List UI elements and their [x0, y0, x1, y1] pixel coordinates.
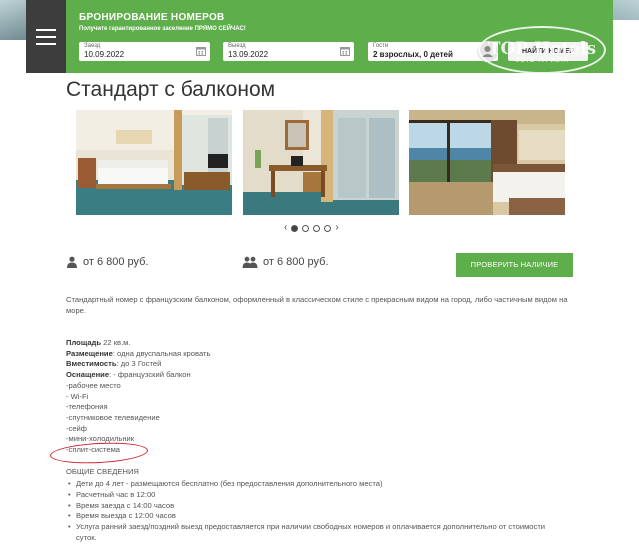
guests-value: 2 взрослых, 0 детей	[373, 50, 453, 59]
hamburger-menu-button[interactable]	[26, 0, 66, 73]
checkin-value: 10.09.2022	[84, 50, 125, 59]
detail-area: Площадь 22 кв.м.	[66, 338, 210, 349]
watermark-caption: ФОТО ТУРИСТА	[515, 57, 569, 64]
single-person-icon	[67, 256, 77, 268]
booking-subtitle: Получите гарантированное заселение ПРЯМО…	[79, 26, 246, 32]
carousel-dot[interactable]	[291, 224, 299, 232]
menu-icon-bar	[36, 35, 56, 38]
carousel-dot[interactable]	[302, 224, 310, 232]
general-info-item: Услуга ранний заезд/поздний выезд предос…	[66, 522, 566, 544]
red-highlight-circle	[49, 440, 149, 466]
detail-capacity-label: Вместимость	[66, 359, 117, 369]
checkin-label: Заезд	[84, 43, 101, 49]
background-photo-right	[613, 0, 639, 20]
general-info-list: Дети до 4 лет - размещаются бесплатно (б…	[66, 479, 566, 544]
detail-equipment: Оснащение: - французский балкон	[66, 370, 210, 381]
equipment-item: -рабочее место	[66, 380, 121, 390]
detail-capacity: Вместимость: до 3 Гостей	[66, 359, 210, 370]
check-availability-button[interactable]: ПРОВЕРИТЬ НАЛИЧИЕ	[456, 253, 573, 277]
room-photo-2[interactable]	[243, 110, 399, 215]
general-info-item: Дети до 4 лет - размещаются бесплатно (б…	[66, 479, 566, 490]
general-info-item: Время заезда с 14:00 часов	[66, 501, 566, 512]
price-double: от 6 800 руб.	[242, 256, 329, 268]
checkout-label: Выезд	[228, 43, 246, 49]
menu-icon-bar	[36, 42, 56, 45]
two-persons-icon	[242, 256, 258, 268]
detail-capacity-value: : до 3 Гостей	[116, 359, 162, 369]
price-double-value: от 6 800 руб.	[263, 256, 329, 268]
room-photo-3[interactable]	[409, 110, 565, 215]
checkout-date-field[interactable]: Выезд 13.09.2022	[223, 42, 354, 61]
room-photo-1[interactable]	[76, 110, 232, 215]
room-title: Стандарт с балконом	[66, 78, 276, 101]
background-photo-left	[0, 0, 26, 40]
chevron-right-icon[interactable]: ›	[335, 223, 338, 233]
general-info-item: Расчетный час в 12:00	[66, 490, 566, 501]
equipment-item: - Wi-Fi	[66, 391, 89, 401]
chevron-left-icon[interactable]: ‹	[284, 223, 287, 233]
detail-equipment-value: : - французский балкон	[109, 370, 191, 380]
carousel-pagination: ‹ ›	[284, 223, 339, 233]
menu-icon-bar	[36, 28, 56, 31]
room-description: Стандартный номер с французским балконом…	[66, 295, 568, 315]
tophotels-watermark: TOP Hotels ФОТО ТУРИСТА	[478, 26, 606, 74]
detail-placement: Размещение: одна двуспальная кровать	[66, 349, 210, 360]
carousel-dot[interactable]	[313, 224, 321, 232]
detail-placement-label: Размещение	[66, 348, 113, 358]
price-single-value: от 6 800 руб.	[83, 256, 149, 268]
equipment-item: -спутниковое телевидение	[66, 412, 160, 422]
detail-area-value: 22 кв.м.	[101, 338, 131, 347]
detail-area-label: Площадь	[66, 338, 102, 347]
general-info-title: ОБЩИЕ СВЕДЕНИЯ	[66, 467, 139, 476]
booking-title: БРОНИРОВАНИЕ НОМЕРОВ	[79, 12, 225, 23]
watermark-logo-text: TOP Hotels	[487, 38, 597, 59]
equipment-item: -телефония	[66, 402, 108, 412]
detail-placement-value: : одна двуспальная кровать	[112, 348, 211, 358]
checkout-value: 13.09.2022	[228, 50, 269, 59]
equipment-item: -сейф	[66, 423, 88, 433]
room-details: Площадь 22 кв.м. Размещение: одна двуспа…	[66, 338, 210, 456]
price-single: от 6 800 руб.	[66, 256, 149, 268]
general-info-item: Время выезда с 12:00 часов	[66, 511, 566, 522]
checkin-date-field[interactable]: Заезд 10.09.2022	[79, 42, 210, 61]
calendar-icon[interactable]	[340, 46, 350, 56]
carousel-dot[interactable]	[324, 224, 332, 232]
guests-label: Гости	[373, 43, 389, 49]
calendar-icon[interactable]	[196, 46, 206, 56]
detail-equipment-label: Оснащение	[66, 370, 110, 380]
